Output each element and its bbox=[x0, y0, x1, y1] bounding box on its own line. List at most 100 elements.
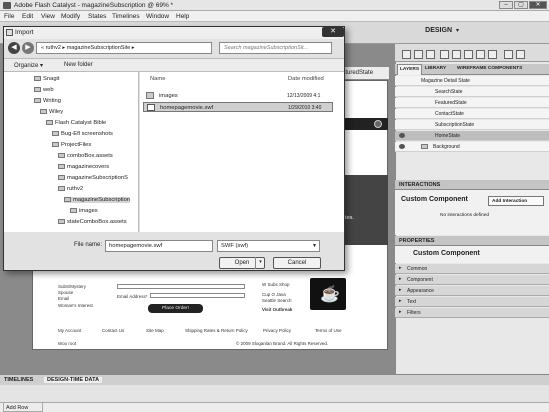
site-email-field[interactable] bbox=[150, 293, 245, 298]
rectangle-tool-icon[interactable] bbox=[452, 50, 461, 59]
interactions-panel-header[interactable]: INTERACTIONS bbox=[395, 180, 549, 190]
file-row[interactable]: images 12/13/2009 4:1 bbox=[143, 91, 333, 101]
menu-view[interactable]: View bbox=[41, 13, 55, 20]
polygon-tool-icon[interactable] bbox=[488, 50, 497, 59]
coffee-cup-icon: ☕ bbox=[310, 278, 346, 310]
site-left-text: SubS/Mystery bbox=[58, 284, 87, 289]
eye-icon[interactable] bbox=[399, 144, 405, 149]
footer-link[interactable]: Privacy Policy bbox=[263, 328, 291, 333]
properties-panel-header[interactable]: PROPERTIES bbox=[395, 236, 549, 246]
menu-window[interactable]: Window bbox=[146, 13, 169, 20]
file-row-selected[interactable]: homepagemovie.swf 1/29/2010 3:40 bbox=[143, 102, 333, 112]
footer-link[interactable]: Contact Us bbox=[102, 328, 124, 333]
layer-row[interactable]: FeaturedState bbox=[395, 98, 549, 108]
tree-item[interactable]: Bug-Efl screenshots bbox=[52, 131, 113, 137]
cancel-button[interactable]: Cancel bbox=[273, 257, 321, 269]
tab-layers[interactable]: LAYERS bbox=[397, 64, 423, 75]
chevron-down-icon[interactable]: ▾ bbox=[456, 27, 459, 34]
column-name[interactable]: Name bbox=[150, 76, 165, 82]
menu-help[interactable]: Help bbox=[176, 13, 189, 20]
tree-item[interactable]: comboBox.assets bbox=[58, 153, 113, 159]
layer-label: SearchState bbox=[435, 89, 463, 95]
place-order-button[interactable]: Place Order! bbox=[148, 304, 203, 313]
tree-item[interactable]: Flash Catalyst Bible bbox=[46, 120, 106, 126]
column-date[interactable]: Date modified bbox=[288, 76, 324, 82]
dialog-title-bar: Import bbox=[4, 27, 344, 39]
search-input[interactable]: Search magazineSubscriptionSit... bbox=[219, 42, 332, 54]
line-tool-icon[interactable] bbox=[464, 50, 473, 59]
layer-row[interactable]: SearchState bbox=[395, 87, 549, 97]
forward-button[interactable]: ▶ bbox=[22, 42, 34, 54]
layer-label: Background bbox=[433, 144, 460, 150]
prop-section-filters[interactable]: Filters bbox=[395, 308, 549, 318]
tab-library[interactable]: LIBRARY bbox=[425, 66, 446, 71]
ellipse-tool-icon[interactable] bbox=[476, 50, 485, 59]
transform-tool-icon[interactable] bbox=[426, 50, 435, 59]
menu-modify[interactable]: Modify bbox=[61, 13, 80, 20]
prop-section-common[interactable]: Common bbox=[395, 264, 549, 274]
layer-row[interactable]: Magazine Detail State bbox=[395, 76, 549, 86]
tree-item[interactable]: Wiley bbox=[40, 109, 63, 115]
select-tool-icon[interactable] bbox=[402, 50, 411, 59]
footer-link[interactable]: My Account bbox=[58, 328, 81, 333]
layer-row[interactable]: HomeState bbox=[395, 131, 549, 141]
filetype-select[interactable]: SWF (swf) ▼ bbox=[217, 240, 320, 252]
maximize-button[interactable]: ▢ bbox=[514, 1, 528, 9]
layer-label: ContactState bbox=[435, 111, 464, 117]
open-dropdown-icon[interactable]: ▾ bbox=[255, 257, 265, 269]
tab-timelines[interactable]: TIMELINES bbox=[4, 377, 33, 383]
footer-link[interactable]: Site Map bbox=[146, 328, 164, 333]
folder-icon bbox=[40, 109, 47, 114]
organize-button[interactable]: Organize ▾ bbox=[14, 62, 43, 69]
import-icon bbox=[6, 29, 13, 36]
direct-select-tool-icon[interactable] bbox=[414, 50, 423, 59]
site-left-text: Woman's Interest bbox=[58, 303, 93, 308]
filename-input[interactable]: homepagemovie.swf bbox=[105, 240, 213, 252]
dialog-close-button[interactable]: ✕ bbox=[322, 27, 344, 37]
tree-item[interactable]: magazineSubscriptionS bbox=[58, 175, 128, 181]
menu-states[interactable]: States bbox=[88, 13, 106, 20]
folder-icon bbox=[46, 120, 53, 125]
layer-row[interactable]: Background bbox=[395, 142, 549, 152]
add-row-button[interactable]: Add Row bbox=[3, 402, 43, 412]
tree-item[interactable]: web bbox=[34, 87, 54, 93]
minimize-button[interactable]: – bbox=[499, 1, 513, 9]
tree-item[interactable]: magazinecovers bbox=[58, 164, 109, 170]
tree-item[interactable]: ruthv2 bbox=[58, 186, 83, 192]
tab-wireframe-components[interactable]: WIREFRAME COMPONENTS bbox=[457, 66, 522, 71]
zoom-tool-icon[interactable] bbox=[516, 50, 525, 59]
workspace-switcher[interactable]: DESIGN bbox=[425, 27, 452, 34]
tree-item[interactable]: images bbox=[70, 208, 98, 214]
tab-design-time-data[interactable]: DESIGN-TIME DATA bbox=[44, 377, 103, 383]
prop-section-component[interactable]: Component bbox=[395, 275, 549, 285]
site-left-text: Spouse bbox=[58, 290, 74, 295]
eye-icon[interactable] bbox=[399, 133, 405, 138]
menu-edit[interactable]: Edit bbox=[22, 13, 33, 20]
record-icon bbox=[374, 120, 382, 128]
prop-section-text[interactable]: Text bbox=[395, 297, 549, 307]
new-folder-button[interactable]: New folder bbox=[64, 62, 93, 68]
site-left-text: Email bbox=[58, 296, 70, 301]
folder-icon bbox=[421, 144, 428, 149]
add-interaction-button[interactable]: Add Interaction bbox=[488, 196, 544, 206]
dialog-title: Import bbox=[15, 29, 34, 36]
hand-tool-icon[interactable] bbox=[504, 50, 513, 59]
prop-section-appearance[interactable]: Appearance bbox=[395, 286, 549, 296]
tree-item[interactable]: Snagit bbox=[34, 76, 59, 82]
layer-row[interactable]: SubscriptionState bbox=[395, 120, 549, 130]
address-bar[interactable]: « ruthv2 ▸ magazineSubscriptionSite ▸ bbox=[36, 42, 212, 54]
site-email-label: Email Address* bbox=[117, 294, 148, 299]
tree-item[interactable]: stateComboBox.assets bbox=[58, 219, 127, 225]
menu-timelines[interactable]: Timelines bbox=[112, 13, 140, 20]
footer-link[interactable]: Terms of Use bbox=[315, 328, 342, 333]
tree-item[interactable]: ProjectFiles bbox=[52, 142, 91, 148]
tree-item-selected[interactable]: magazineSubscription bbox=[64, 197, 131, 203]
back-button[interactable]: ◀ bbox=[8, 42, 20, 54]
close-button[interactable]: ✕ bbox=[529, 1, 547, 9]
menu-file[interactable]: File bbox=[4, 13, 14, 20]
text-tool-icon[interactable] bbox=[440, 50, 449, 59]
footer-link[interactable]: Shipping Rates & Return Policy bbox=[185, 328, 248, 333]
site-name-field[interactable] bbox=[117, 284, 245, 289]
layer-row[interactable]: ContactState bbox=[395, 109, 549, 119]
tree-item[interactable]: Writing bbox=[34, 98, 61, 104]
